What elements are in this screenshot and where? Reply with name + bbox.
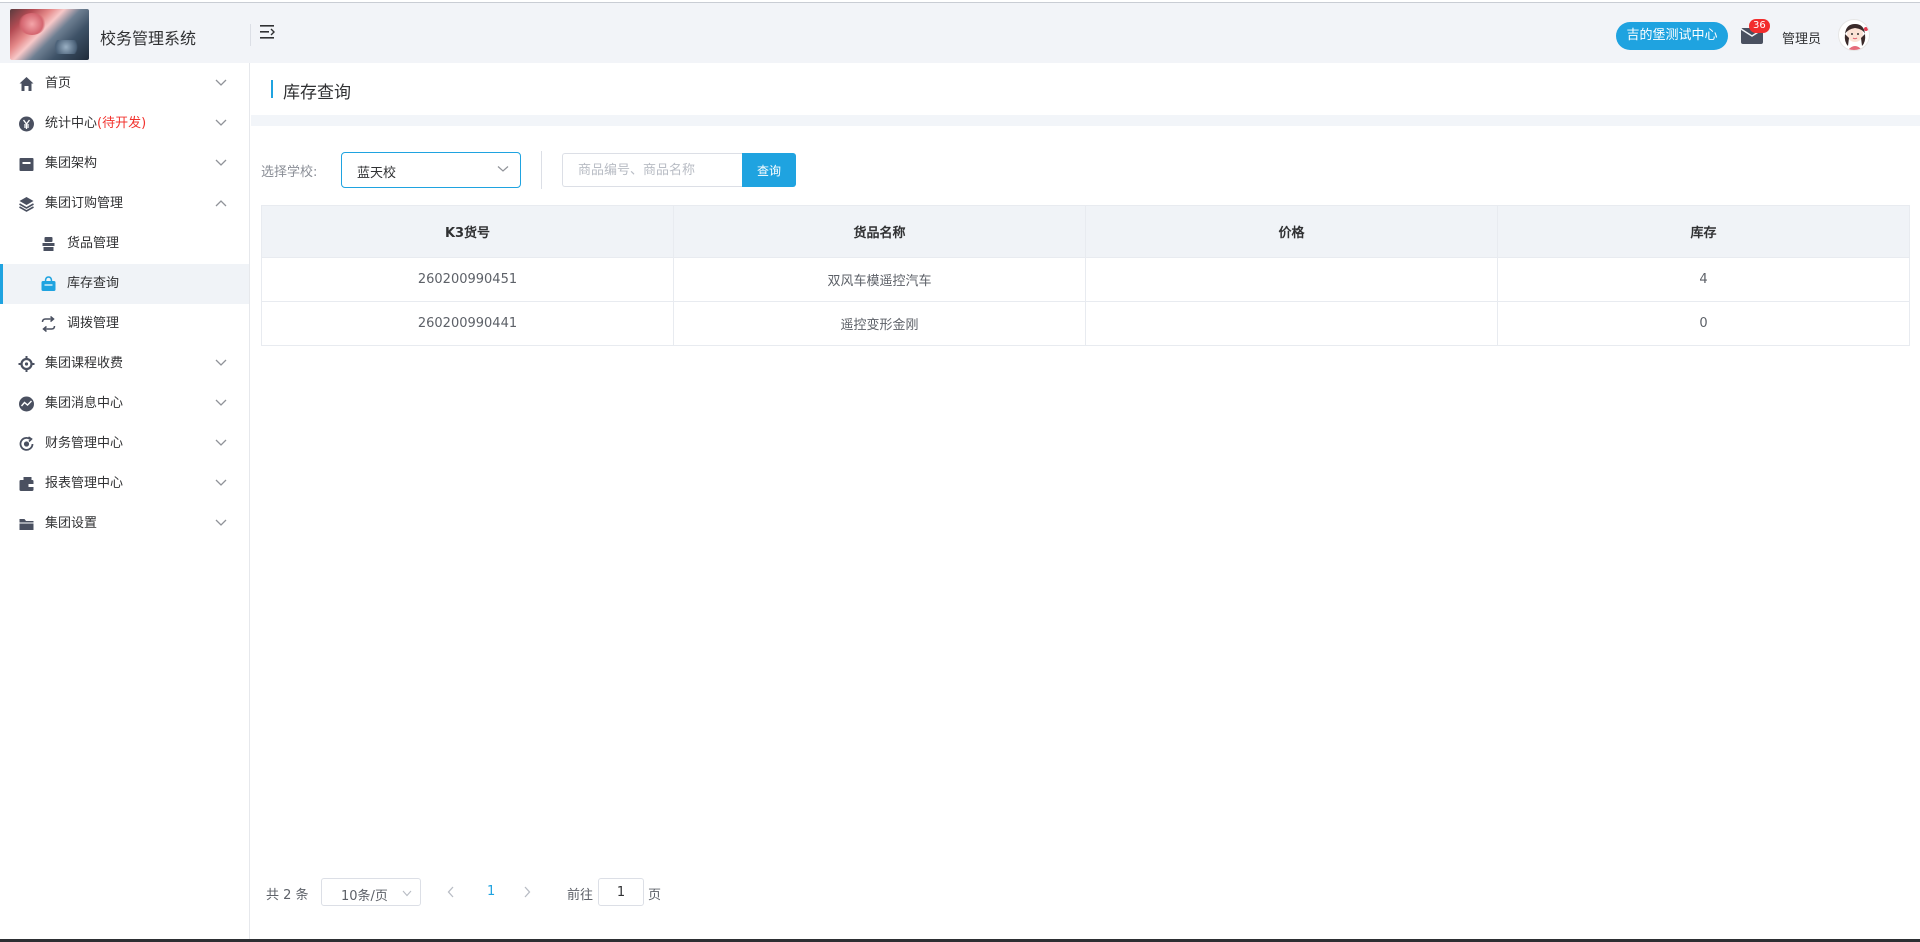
search-button[interactable]: 查询 xyxy=(742,153,796,187)
yen-icon xyxy=(19,116,34,132)
column-header[interactable]: 货品名称 xyxy=(673,205,1086,258)
goto-page-input[interactable] xyxy=(598,878,644,906)
column-header[interactable]: K3货号 xyxy=(261,205,674,258)
chevron-down-icon xyxy=(215,159,227,166)
school-filter-label: 选择学校: xyxy=(261,165,318,180)
chevron-down-icon xyxy=(215,439,227,446)
chevron-right-icon[interactable] xyxy=(522,886,532,898)
sidebar-item-settings[interactable]: 集团设置 xyxy=(0,504,249,544)
sidebar-item-label: 集团设置 xyxy=(45,516,98,531)
center-switch-button[interactable]: 吉的堡测试中心 xyxy=(1616,22,1728,50)
dev-status-note: (待开发) xyxy=(97,116,147,131)
layers-icon xyxy=(19,197,34,212)
sidebar-item-org[interactable]: 集团架构 xyxy=(0,144,249,184)
sidebar-item-label: 货品管理 xyxy=(67,236,120,251)
chevron-down-icon xyxy=(215,119,227,126)
table-cell: 4 xyxy=(1497,257,1910,302)
mail-badge: 36 xyxy=(1749,19,1770,33)
sidebar-item-label: 集团订购管理 xyxy=(45,196,124,211)
refresh-money-icon xyxy=(19,436,34,451)
table-cell: 260200990441 xyxy=(261,301,674,346)
page-header: 库存查询 xyxy=(251,63,1920,115)
table-cell: 双风车模遥控汽车 xyxy=(673,257,1086,302)
sidebar-item-stock-query[interactable]: 库存查询 xyxy=(0,264,249,304)
avatar[interactable] xyxy=(1838,19,1870,51)
sidebar-item-finance[interactable]: 财务管理中心 xyxy=(0,424,249,464)
chevron-down-icon xyxy=(215,359,227,366)
sidebar-item-home[interactable]: 首页 xyxy=(0,64,249,104)
chevron-up-icon xyxy=(215,200,227,207)
sidebar-item-label: 报表管理中心 xyxy=(45,476,124,491)
table-row[interactable]: 260200990441 遥控变形金刚 0 xyxy=(261,301,1910,346)
table-cell xyxy=(1085,257,1498,302)
chevron-down-icon xyxy=(497,166,509,172)
goods-icon xyxy=(42,237,55,251)
chevron-down-icon xyxy=(215,399,227,406)
top-header: 校务管理系统 吉的堡测试中心 36 管理员 xyxy=(0,2,1920,63)
page-size-value: 10条/页 xyxy=(341,889,388,904)
page-title: 库存查询 xyxy=(283,83,351,103)
sidebar-item-message-center[interactable]: 集团消息中心 xyxy=(0,384,249,424)
table-cell: 0 xyxy=(1497,301,1910,346)
chevron-down-icon xyxy=(215,79,227,86)
sidebar-item-label: 首页 xyxy=(45,76,72,91)
table-cell: 遥控变形金刚 xyxy=(673,301,1086,346)
pagination-total: 共 2 条 xyxy=(266,888,309,903)
sidebar-item-reports[interactable]: 报表管理中心 xyxy=(0,464,249,504)
chevron-down-icon xyxy=(215,519,227,526)
user-name[interactable]: 管理员 xyxy=(1782,28,1821,47)
page-unit-label: 页 xyxy=(648,888,662,903)
sidebar-item-label: 集团消息中心 xyxy=(45,396,124,411)
section-divider xyxy=(251,115,1920,126)
main-content: 库存查询 选择学校: 蓝天校 查询 K3货号 货品名称 价格 库存 260200… xyxy=(251,63,1920,942)
building-icon xyxy=(19,158,34,171)
sidebar-item-label: 集团课程收费 xyxy=(45,356,124,371)
crosshair-icon xyxy=(18,356,35,372)
pagination-current-page[interactable]: 1 xyxy=(487,884,495,899)
school-select[interactable]: 蓝天校 xyxy=(341,152,521,188)
title-accent-bar xyxy=(271,80,273,98)
app-title: 校务管理系统 xyxy=(100,29,197,48)
chevron-down-icon xyxy=(215,479,227,486)
chevron-left-icon[interactable] xyxy=(446,886,456,898)
wallet-icon xyxy=(19,477,34,491)
sidebar-item-label: 库存查询 xyxy=(67,276,120,291)
bag-icon xyxy=(41,276,56,291)
school-select-value: 蓝天校 xyxy=(357,166,397,181)
filter-divider xyxy=(541,151,542,189)
sidebar-item-label: 统计中心 xyxy=(45,116,98,131)
chevron-down-icon xyxy=(402,890,412,897)
chart-circle-icon xyxy=(19,396,34,412)
table-header-row: K3货号 货品名称 价格 库存 xyxy=(261,205,1910,258)
sidebar-item-label: 集团架构 xyxy=(45,156,98,171)
folder-icon xyxy=(19,519,34,530)
pagination: 共 2 条 10条/页 1 前往 页 xyxy=(251,878,851,906)
goto-label: 前往 xyxy=(567,888,594,903)
logo-image xyxy=(10,9,89,60)
sidebar: 首页 统计中心(待开发) 集团架构 集团订购管理 货品管理 库存查询 调拨管理 … xyxy=(0,63,250,942)
sidebar-item-label: 调拨管理 xyxy=(67,316,120,331)
column-header[interactable]: 库存 xyxy=(1497,205,1910,258)
sidebar-item-goods[interactable]: 货品管理 xyxy=(0,224,249,264)
home-icon xyxy=(19,77,34,91)
table-cell xyxy=(1085,301,1498,346)
menu-collapse-icon[interactable] xyxy=(259,23,279,43)
sidebar-item-label: 财务管理中心 xyxy=(45,436,124,451)
column-header[interactable]: 价格 xyxy=(1085,205,1498,258)
header-divider xyxy=(250,24,251,46)
stock-table: K3货号 货品名称 价格 库存 260200990451 双风车模遥控汽车 4 … xyxy=(261,205,1910,346)
sidebar-item-course-fees[interactable]: 集团课程收费 xyxy=(0,344,249,384)
transfer-icon xyxy=(41,316,56,332)
table-cell: 260200990451 xyxy=(261,257,674,302)
sidebar-item-transfer[interactable]: 调拨管理 xyxy=(0,304,249,344)
table-row[interactable]: 260200990451 双风车模遥控汽车 4 xyxy=(261,257,1910,302)
search-input[interactable] xyxy=(562,153,744,187)
sidebar-item-stats[interactable]: 统计中心(待开发) xyxy=(0,104,249,144)
sidebar-item-order-management[interactable]: 集团订购管理 xyxy=(0,184,249,224)
page-size-select[interactable]: 10条/页 xyxy=(321,878,421,906)
